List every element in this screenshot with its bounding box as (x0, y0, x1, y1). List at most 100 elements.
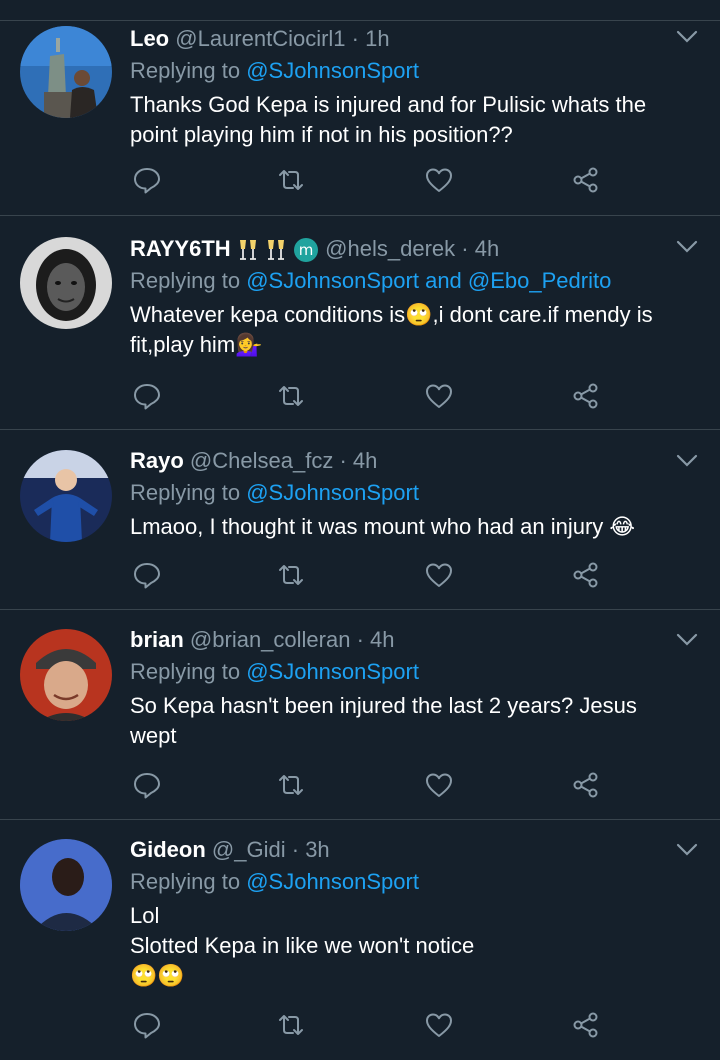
timestamp[interactable]: 4h (353, 448, 377, 473)
tweet-header: Leo @LaurentCiocirl1 · 1h (130, 22, 700, 56)
retweet-icon (279, 775, 303, 795)
user-handle[interactable]: @LaurentCiocirl1 (175, 26, 345, 51)
retweet-button[interactable] (276, 560, 308, 590)
retweet-button[interactable] (276, 770, 308, 800)
tweet-text-line: point playing him if not in his position… (130, 122, 513, 147)
tweet-reply[interactable]: RAYY6TH m @hels_derek · 4h Replying to @… (0, 215, 720, 429)
like-button[interactable] (424, 381, 456, 411)
display-name[interactable]: brian (130, 627, 184, 652)
replying-to-label: Replying to (130, 480, 241, 505)
like-icon (426, 384, 452, 408)
user-handle[interactable]: @hels_derek (325, 236, 455, 261)
reply-button[interactable] (132, 1010, 164, 1040)
share-icon (573, 383, 598, 409)
timestamp[interactable]: 3h (305, 837, 329, 862)
share-button[interactable] (571, 770, 603, 800)
tweet-actions (130, 165, 610, 195)
like-icon (426, 563, 452, 587)
replying-to-link[interactable]: @SJohnsonSport (246, 659, 419, 684)
share-button[interactable] (571, 381, 603, 411)
tweet-header: brian @brian_colleran · 4h (130, 623, 700, 657)
scorpio-emoji: m (294, 238, 319, 263)
tweet-text: Lol Slotted Kepa in like we won't notice… (130, 901, 700, 991)
tweet-text-line: 🙄🙄 (130, 963, 185, 988)
timestamp[interactable]: 1h (365, 26, 389, 51)
woman-bw-photo (20, 237, 112, 329)
timestamp[interactable]: 4h (475, 236, 499, 261)
tweet-header: Rayo @Chelsea_fcz · 4h (130, 444, 700, 478)
chevron-down-icon[interactable] (676, 454, 698, 468)
tweet-text: Whatever kepa conditions is🙄,i dont care… (130, 300, 700, 360)
user-handle[interactable]: @_Gidi (212, 837, 286, 862)
reply-button[interactable] (132, 381, 164, 411)
replying-to: Replying to @SJohnsonSport and @Ebo_Pedr… (130, 266, 700, 296)
tweet-reply[interactable]: Rayo @Chelsea_fcz · 4h Replying to @SJoh… (0, 429, 720, 609)
user-handle[interactable]: @Chelsea_fcz (190, 448, 333, 473)
tweet-text-line: So Kepa hasn't been injured the last 2 y… (130, 693, 637, 718)
avatar[interactable] (20, 839, 112, 931)
share-button[interactable] (571, 560, 603, 590)
tweet-feed: Leo @LaurentCiocirl1 · 1h Replying to @S… (0, 0, 720, 1060)
tweet-reply[interactable]: Gideon @_Gidi · 3h Replying to @SJohnson… (0, 819, 720, 1060)
chevron-down-icon[interactable] (676, 30, 698, 44)
chevron-down-icon[interactable] (676, 240, 698, 254)
avatar[interactable] (20, 237, 112, 329)
avatar[interactable] (20, 450, 112, 542)
replying-to-link[interactable]: @SJohnsonSport (246, 869, 419, 894)
man-cap-photo (20, 629, 112, 721)
timestamp[interactable]: 4h (370, 627, 394, 652)
display-name[interactable]: Rayo (130, 448, 184, 473)
like-button[interactable] (424, 770, 456, 800)
replying-to: Replying to @SJohnsonSport (130, 867, 700, 897)
separator-dot: · (291, 837, 300, 862)
retweet-button[interactable] (276, 381, 308, 411)
tweet-text-line: Slotted Kepa in like we won't notice (130, 933, 475, 958)
chevron-down-icon[interactable] (676, 843, 698, 857)
separator-dot: · (461, 236, 469, 261)
tweet-text-line: wept (130, 723, 177, 748)
replying-to-label: Replying to (130, 58, 241, 83)
man-blue-photo (20, 839, 112, 931)
retweet-button[interactable] (276, 1010, 308, 1040)
tweet-reply[interactable]: brian @brian_colleran · 4h Replying to @… (0, 609, 720, 819)
tweet-text: Lmaoo, I thought it was mount who had an… (130, 512, 700, 542)
reply-icon (134, 563, 160, 589)
separator-dot: · (356, 627, 364, 652)
champagne-emoji (239, 240, 256, 261)
avatar[interactable] (20, 629, 112, 721)
retweet-icon (279, 1015, 303, 1035)
display-name[interactable]: Gideon (130, 837, 206, 862)
like-button[interactable] (424, 165, 456, 195)
reply-button[interactable] (132, 560, 164, 590)
share-button[interactable] (571, 165, 603, 195)
tweet-text-line: Lmaoo, I thought it was mount who had an… (130, 514, 636, 539)
replying-to-link[interactable]: @SJohnsonSport and @Ebo_Pedrito (246, 268, 611, 293)
reply-button[interactable] (132, 165, 164, 195)
retweet-button[interactable] (276, 165, 308, 195)
tweet-header: Gideon @_Gidi · 3h (130, 833, 700, 867)
champagne-emoji (267, 240, 284, 261)
like-icon (426, 1013, 452, 1037)
avatar[interactable] (20, 26, 112, 118)
reply-button[interactable] (132, 770, 164, 800)
tweet-text: So Kepa hasn't been injured the last 2 y… (130, 691, 700, 751)
like-icon (426, 168, 452, 192)
tweet-actions (130, 770, 610, 800)
chevron-down-icon[interactable] (676, 633, 698, 647)
like-button[interactable] (424, 560, 456, 590)
tweet-text-line: Whatever kepa conditions is🙄,i dont care… (130, 302, 653, 327)
reply-icon (134, 384, 160, 410)
tweet-reply[interactable]: Leo @LaurentCiocirl1 · 1h Replying to @S… (0, 20, 720, 215)
replying-to: Replying to @SJohnsonSport (130, 478, 700, 508)
retweet-icon (279, 565, 303, 585)
display-name[interactable]: RAYY6TH (130, 236, 231, 261)
user-handle[interactable]: @brian_colleran (190, 627, 351, 652)
display-name[interactable]: Leo (130, 26, 169, 51)
replying-to-link[interactable]: @SJohnsonSport (246, 58, 419, 83)
replying-to-link[interactable]: @SJohnsonSport (246, 480, 419, 505)
replying-to: Replying to @SJohnsonSport (130, 56, 700, 86)
like-button[interactable] (424, 1010, 456, 1040)
tweet-text: Thanks God Kepa is injured and for Pulis… (130, 90, 700, 150)
share-button[interactable] (571, 1010, 603, 1040)
replying-to-label: Replying to (130, 268, 241, 293)
